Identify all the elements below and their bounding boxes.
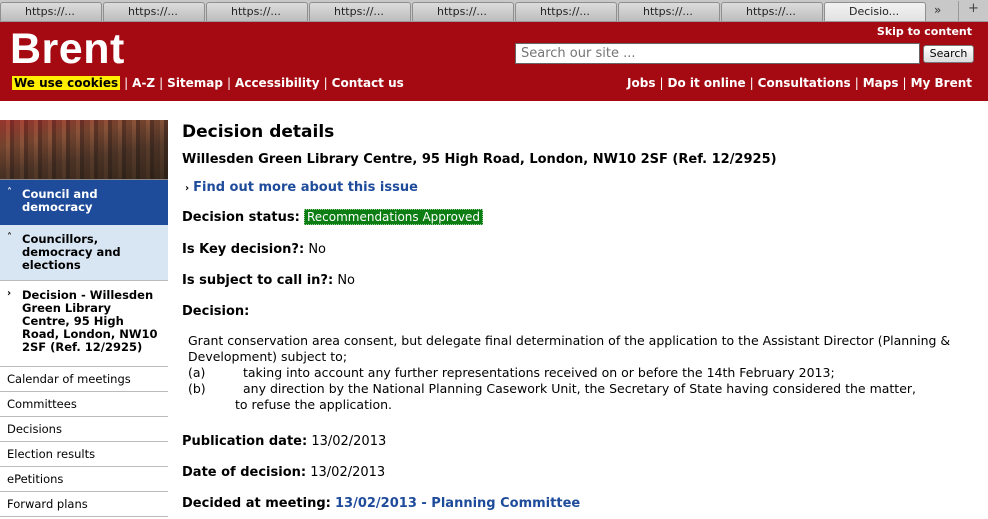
chevron-right-icon: › [7,288,12,299]
browser-tab[interactable]: https://... [721,2,823,21]
decision-status-row: Decision status: Recommendations Approve… [182,209,484,225]
browser-tab[interactable]: https://... [309,2,411,21]
call-in-label: Is subject to call in?: [182,273,334,288]
sidebar-item-councillors[interactable]: ˄ Councillors, democracy and elections [0,225,168,281]
publication-date-value: 13/02/2013 [311,434,387,449]
nav-separator: | [227,76,232,90]
sidebar-item-forward-plans[interactable]: Forward plans [0,492,168,517]
meeting-link[interactable]: 13/02/2013 - Planning Committee [335,496,580,511]
find-out-more-link[interactable]: › Find out more about this issue [185,180,418,195]
sidebar-item-current-decision[interactable]: › Decision - Willesden Green Library Cen… [0,281,168,367]
decision-text: Grant conservation area consent, but del… [188,333,978,413]
browser-tab[interactable]: https://... [515,2,617,21]
status-badge: Recommendations Approved [303,209,484,225]
jobs-link[interactable]: Jobs [627,76,655,90]
contact-us-link[interactable]: Contact us [332,76,404,90]
nav-separator: | [124,76,129,90]
decision-item-text: any direction by the National Planning C… [243,381,917,396]
sidebar-item-calendar[interactable]: Calendar of meetings [0,367,168,392]
date-of-decision-value: 13/02/2013 [310,465,386,480]
more-tabs-icon[interactable]: » [934,3,941,17]
sidebar-item-label: Decision - Willesden Green Library Centr… [22,288,158,354]
search-input[interactable] [515,43,920,64]
nav-separator: | [902,76,907,90]
decision-intro: Grant conservation area consent, but del… [188,333,951,364]
main-nav: Jobs | Do it online | Consultations | Maps | My … [627,76,972,90]
publication-date-row: Publication date: 13/02/2013 [182,434,386,449]
decision-tail: to refuse the application. [235,397,392,412]
a-z-link[interactable]: A-Z [132,76,155,90]
decision-item: (a) taking into account any further repr… [188,365,978,381]
sidebar: ˄ Council and democracy ˄ Councillors, d… [0,120,168,519]
my-brent-link[interactable]: My Brent [911,76,972,90]
accessibility-link[interactable]: Accessibility [235,76,320,90]
cookies-link[interactable]: We use cookies [12,76,121,90]
browser-tab[interactable]: https://... [618,2,720,21]
browser-tab[interactable]: https://... [103,2,205,21]
call-in-value: No [337,273,355,288]
sidebar-item-label: Council and democracy [22,187,98,214]
sidebar-item-committees[interactable]: Committees [0,392,168,417]
nav-separator: | [749,76,754,90]
nav-separator: | [854,76,859,90]
maps-link[interactable]: Maps [863,76,899,90]
decision-status-label: Decision status: [182,210,300,225]
nav-separator: | [659,76,664,90]
brent-logo[interactable]: Brent [10,25,125,74]
decision-item-text: taking into account any further represen… [243,365,835,380]
nav-separator: | [323,76,328,90]
date-of-decision-row: Date of decision: 13/02/2013 [182,465,385,480]
decided-at-meeting-label: Decided at meeting: [182,496,331,511]
decision-item: (b) any direction by the National Planni… [188,381,978,397]
browser-tab[interactable]: https://... [206,2,308,21]
skip-to-content-link[interactable]: Skip to content [877,25,972,38]
caret-up-icon: ˄ [7,187,12,198]
nav-separator: | [159,76,164,90]
publication-date-label: Publication date: [182,434,308,449]
caret-up-icon: ˄ [7,232,12,243]
do-it-online-link[interactable]: Do it online [668,76,746,90]
sidebar-item-epetitions[interactable]: ePetitions [0,467,168,492]
date-of-decision-label: Date of decision: [182,465,307,480]
sidebar-item-decisions[interactable]: Decisions [0,417,168,442]
sidebar-item-label: Councillors, democracy and elections [22,232,121,272]
decision-heading-row: Decision: [182,304,249,319]
decision-item-mark: (a) [188,365,206,380]
utility-nav: We use cookies | A-Z | Sitemap | Accessibility… [12,76,404,90]
browser-tab[interactable]: https://... [0,2,102,21]
browser-tab-strip: https://... https://... https://... http… [0,0,988,22]
browser-tab-active[interactable]: Decisio... [824,2,926,21]
sidebar-item-election-results[interactable]: Election results [0,442,168,467]
key-decision-value: No [308,242,326,257]
new-tab-icon[interactable]: + [958,1,988,21]
key-decision-label: Is Key decision?: [182,242,305,257]
chevron-right-icon: › [185,183,190,194]
browser-tab[interactable]: https://... [412,2,514,21]
find-out-more-label: Find out more about this issue [193,180,418,195]
site-header: Brent Skip to content Search We use cook… [0,22,988,101]
decision-item-mark: (b) [188,381,206,396]
key-decision-row: Is Key decision?: No [182,242,326,257]
sidebar-item-council-and-democracy[interactable]: ˄ Council and democracy [0,180,168,225]
page-title: Decision details [182,122,335,142]
sitemap-link[interactable]: Sitemap [167,76,223,90]
search-button[interactable]: Search [923,45,974,63]
decision-label: Decision: [182,304,250,319]
call-in-row: Is subject to call in?: No [182,273,355,288]
decision-subtitle: Willesden Green Library Centre, 95 High … [182,152,777,167]
consultations-link[interactable]: Consultations [758,76,851,90]
decided-at-meeting-row: Decided at meeting: 13/02/2013 - Plannin… [182,496,580,511]
council-chamber-photo [0,120,168,180]
